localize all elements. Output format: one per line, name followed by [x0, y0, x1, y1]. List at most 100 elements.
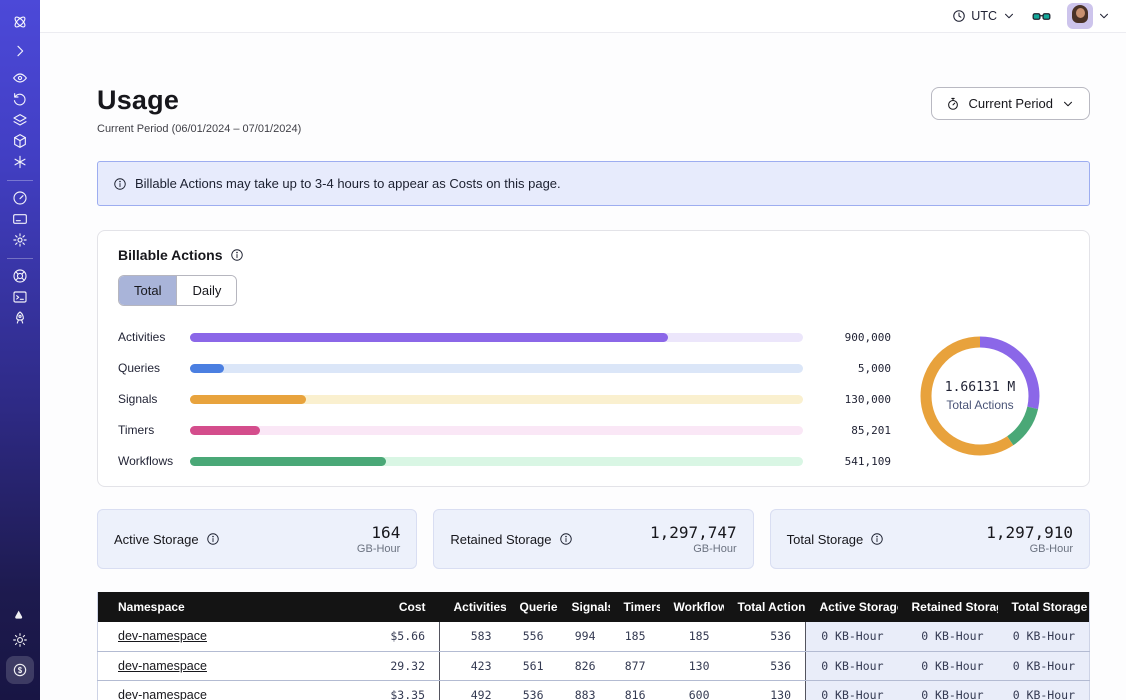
namespace-link[interactable]: dev-namespace [118, 659, 207, 673]
cell-total-storage: 0 KB-Hour [998, 680, 1090, 700]
bar-track [190, 395, 803, 404]
chevron-down-icon [1061, 97, 1075, 111]
layers-icon[interactable] [12, 112, 28, 128]
bar-row-timers: Timers 85,201 [118, 423, 891, 437]
chevron-down-icon [1097, 9, 1111, 23]
sidebar-divider [7, 258, 33, 259]
usage-billing-active-button[interactable] [6, 656, 34, 684]
eye-icon[interactable] [12, 70, 28, 86]
cell-cost: 29.32 [376, 651, 440, 680]
cell-total-actions: 536 [724, 622, 806, 651]
timezone-label: UTC [971, 9, 997, 23]
page-title: Usage [97, 85, 301, 116]
col-header-queries: Queries [506, 592, 558, 622]
active-storage-card: Active Storage 164 GB-Hour [97, 509, 417, 569]
table-row: dev-namespace $5.66 583 556 994 185 185 … [98, 622, 1090, 651]
info-icon[interactable] [230, 248, 244, 262]
bar-track [190, 457, 803, 466]
restore-clock-icon[interactable] [12, 91, 28, 107]
total-storage-label: Total Storage [787, 532, 864, 547]
billable-actions-title: Billable Actions [118, 247, 223, 263]
total-storage-unit: GB-Hour [986, 543, 1073, 555]
table-row: dev-namespace 29.32 423 561 826 877 130 … [98, 651, 1090, 680]
col-header-activities: Activities [440, 592, 506, 622]
bar-fill [190, 333, 668, 342]
cube-icon[interactable] [12, 133, 28, 149]
chevron-down-icon [1002, 9, 1016, 23]
bar-label: Timers [118, 423, 184, 437]
namespace-link[interactable]: dev-namespace [118, 688, 207, 700]
life-ring-icon[interactable] [12, 268, 28, 284]
cell-timers: 877 [610, 651, 660, 680]
bar-track [190, 426, 803, 435]
bar-value: 5,000 [819, 362, 891, 375]
user-menu[interactable] [1067, 3, 1111, 29]
total-actions-donut: 1.66131 M Total Actions [891, 324, 1069, 468]
total-daily-toggle: Total Daily [118, 275, 237, 306]
info-icon[interactable] [206, 532, 220, 546]
retained-storage-value: 1,297,747 [650, 523, 737, 542]
current-period-dropdown[interactable]: Current Period [931, 87, 1090, 120]
tab-total[interactable]: Total [119, 276, 176, 305]
col-header-signals: Signals [558, 592, 610, 622]
credit-card-icon[interactable] [12, 211, 28, 227]
flask-icon[interactable] [12, 605, 28, 621]
bar-row-activities: Activities 900,000 [118, 330, 891, 344]
terminal-window-icon[interactable] [12, 289, 28, 305]
bar-track [190, 364, 803, 373]
cell-signals: 994 [558, 622, 610, 651]
donut-total-value: 1.66131 M [945, 380, 1015, 395]
info-icon[interactable] [870, 532, 884, 546]
cell-cost: $3.35 [376, 680, 440, 700]
bar-value: 130,000 [819, 393, 891, 406]
col-header-workflows: Workflows [660, 592, 724, 622]
col-header-timers: Timers [610, 592, 660, 622]
app-window: UTC Usage Current Period (06/01/2024 – 0… [0, 0, 1126, 700]
bar-row-queries: Queries 5,000 [118, 361, 891, 375]
active-storage-unit: GB-Hour [357, 543, 400, 555]
cell-retained-storage: 0 KB-Hour [898, 680, 998, 700]
sidebar-divider [7, 180, 33, 181]
bar-row-workflows: Workflows 541,109 [118, 454, 891, 468]
billable-bars: Activities 900,000 Queries 5,000 Signals [118, 324, 891, 468]
tab-daily[interactable]: Daily [176, 276, 236, 305]
bar-value: 541,109 [819, 455, 891, 468]
avatar [1067, 3, 1093, 29]
cell-workflows: 600 [660, 680, 724, 700]
stopwatch-icon [946, 97, 960, 111]
info-icon[interactable] [559, 532, 573, 546]
bar-fill [190, 364, 224, 373]
timezone-selector[interactable]: UTC [952, 9, 1016, 23]
col-header-retained-storage: Retained Storage [898, 592, 998, 622]
namespace-link[interactable]: dev-namespace [118, 629, 207, 643]
bar-fill [190, 457, 386, 466]
col-header-total-storage: Total Storage [998, 592, 1090, 622]
cell-cost: $5.66 [376, 622, 440, 651]
bar-row-signals: Signals 130,000 [118, 392, 891, 406]
cell-signals: 883 [558, 680, 610, 700]
cell-workflows: 130 [660, 651, 724, 680]
active-storage-label: Active Storage [114, 532, 199, 547]
rocket-icon[interactable] [12, 310, 28, 326]
glasses-icon[interactable] [1032, 7, 1051, 26]
donut-caption: Total Actions [946, 398, 1013, 412]
expand-sidebar-chevron-right-icon[interactable] [12, 43, 28, 59]
gauge-icon[interactable] [12, 190, 28, 206]
page-content: Usage Current Period (06/01/2024 – 07/01… [40, 33, 1126, 700]
bar-label: Activities [118, 330, 184, 344]
total-storage-card: Total Storage 1,297,910 GB-Hour [770, 509, 1090, 569]
col-header-namespace: Namespace [98, 592, 376, 622]
asterisk-icon[interactable] [12, 154, 28, 170]
cell-workflows: 185 [660, 622, 724, 651]
cell-retained-storage: 0 KB-Hour [898, 622, 998, 651]
cell-active-storage: 0 KB-Hour [806, 622, 898, 651]
banner-text: Billable Actions may take up to 3-4 hour… [135, 176, 561, 191]
cell-queries: 561 [506, 651, 558, 680]
gear-icon[interactable] [12, 232, 28, 248]
col-header-total-actions: Total Actions [724, 592, 806, 622]
cell-activities: 583 [440, 622, 506, 651]
cell-queries: 536 [506, 680, 558, 700]
cell-signals: 826 [558, 651, 610, 680]
sun-icon[interactable] [12, 632, 28, 648]
temporal-logo-icon[interactable] [12, 14, 28, 30]
